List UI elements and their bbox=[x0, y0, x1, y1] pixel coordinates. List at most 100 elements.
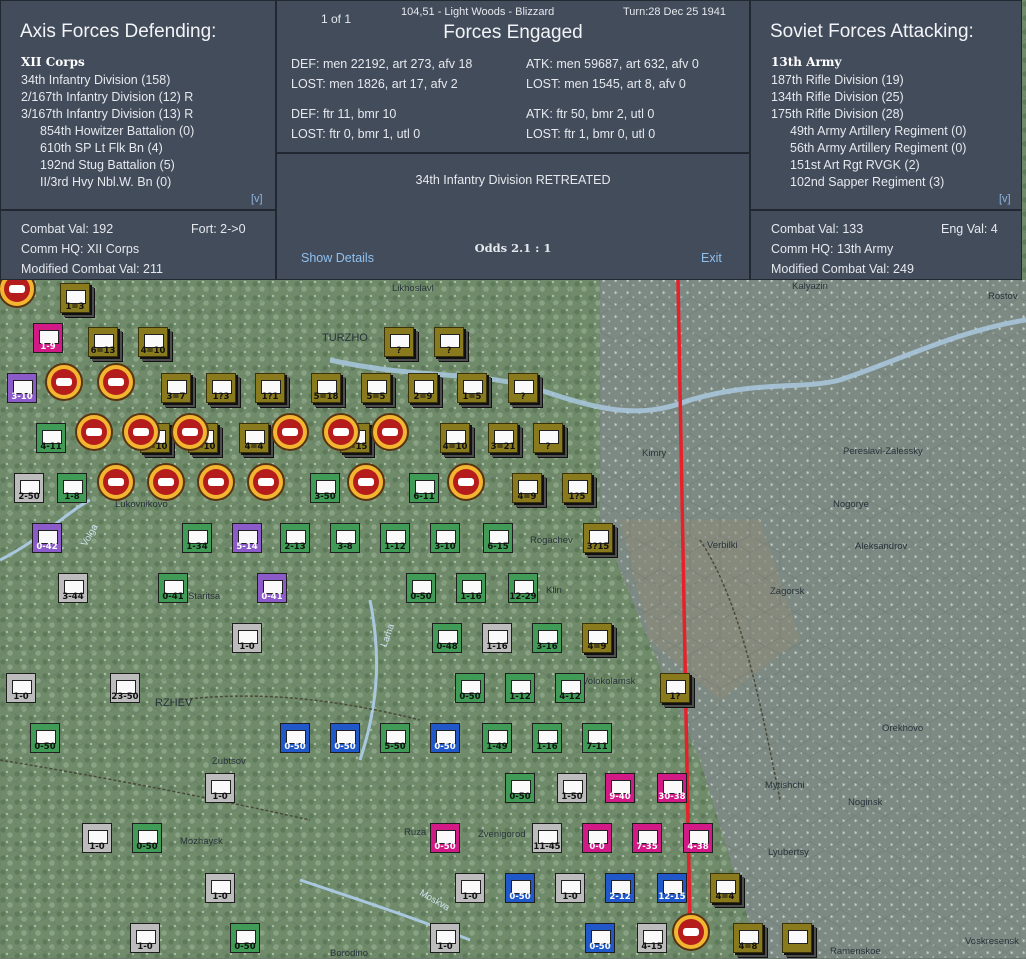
unit-counter[interactable]: 1-49 bbox=[482, 723, 512, 753]
unit-counter[interactable]: 12-29 bbox=[508, 573, 538, 603]
axis-unit[interactable]: 610th SP Lt Flk Bn (4) bbox=[21, 140, 194, 157]
unit-counter[interactable]: 6-11 bbox=[409, 473, 439, 503]
unit-counter[interactable]: 4=10 bbox=[138, 327, 168, 357]
unit-counter[interactable]: 1=3 bbox=[60, 283, 90, 313]
tank-unit-icon[interactable] bbox=[97, 463, 135, 501]
unit-counter[interactable]: 5-50 bbox=[380, 723, 410, 753]
tank-unit-icon[interactable] bbox=[122, 413, 160, 451]
unit-counter[interactable]: 0-50 bbox=[132, 823, 162, 853]
unit-counter[interactable]: 0-50 bbox=[505, 773, 535, 803]
tank-unit-icon[interactable] bbox=[97, 363, 135, 401]
unit-counter[interactable]: 2-12 bbox=[605, 873, 635, 903]
unit-counter[interactable]: 1-16 bbox=[456, 573, 486, 603]
unit-counter[interactable]: 1-12 bbox=[505, 673, 535, 703]
unit-counter[interactable]: ? bbox=[533, 423, 563, 453]
unit-counter[interactable]: 1-0 bbox=[82, 823, 112, 853]
axis-unit[interactable]: II/3rd Hvy Nbl.W. Bn (0) bbox=[21, 174, 194, 191]
tank-unit-icon[interactable] bbox=[75, 413, 113, 451]
soviet-unit[interactable]: 187th Rifle Division (19) bbox=[771, 72, 966, 89]
soviet-unit[interactable]: 102nd Sapper Regiment (3) bbox=[771, 174, 966, 191]
unit-counter[interactable]: 1-0 bbox=[205, 873, 235, 903]
unit-counter[interactable]: 1-34 bbox=[182, 523, 212, 553]
soviet-unit[interactable]: 49th Army Artillery Regiment (0) bbox=[771, 123, 966, 140]
unit-counter[interactable]: 2=9 bbox=[408, 373, 438, 403]
tank-unit-icon[interactable] bbox=[247, 463, 285, 501]
unit-counter[interactable]: 1?5 bbox=[562, 473, 592, 503]
unit-counter[interactable]: 4=9 bbox=[512, 473, 542, 503]
unit-counter[interactable]: 1?3 bbox=[206, 373, 236, 403]
unit-counter[interactable]: 12-15 bbox=[657, 873, 687, 903]
unit-counter[interactable]: 3-8 bbox=[330, 523, 360, 553]
unit-counter[interactable]: 4=10 bbox=[440, 423, 470, 453]
unit-counter[interactable]: 5-14 bbox=[232, 523, 262, 553]
unit-counter[interactable]: 3-44 bbox=[58, 573, 88, 603]
unit-counter[interactable]: 0-0 bbox=[582, 823, 612, 853]
axis-unit[interactable]: 34th Infantry Division (158) bbox=[21, 72, 194, 89]
unit-counter[interactable]: 5=18 bbox=[311, 373, 341, 403]
unit-counter[interactable]: 0-50 bbox=[455, 673, 485, 703]
axis-unit[interactable]: 192nd Stug Battalion (5) bbox=[21, 157, 194, 174]
soviet-expand-button[interactable]: [v] bbox=[999, 193, 1011, 205]
soviet-unit[interactable]: 134th Rifle Division (25) bbox=[771, 89, 966, 106]
unit-counter[interactable]: 0-48 bbox=[432, 623, 462, 653]
unit-counter[interactable]: 1-0 bbox=[130, 923, 160, 953]
unit-counter[interactable]: 1-8 bbox=[57, 473, 87, 503]
unit-counter[interactable]: 1? bbox=[660, 673, 690, 703]
unit-counter[interactable]: 11-45 bbox=[532, 823, 562, 853]
unit-counter[interactable]: 4=9 bbox=[582, 623, 612, 653]
unit-counter[interactable]: 0-50 bbox=[430, 723, 460, 753]
tank-unit-icon[interactable] bbox=[371, 413, 409, 451]
unit-counter[interactable]: 4-12 bbox=[555, 673, 585, 703]
tank-unit-icon[interactable] bbox=[197, 463, 235, 501]
unit-counter[interactable]: 3-10 bbox=[430, 523, 460, 553]
unit-counter[interactable]: 4-15 bbox=[637, 923, 667, 953]
unit-counter[interactable]: 4-38 bbox=[683, 823, 713, 853]
unit-counter[interactable]: 0-50 bbox=[406, 573, 436, 603]
unit-counter[interactable]: 1-12 bbox=[380, 523, 410, 553]
unit-counter[interactable]: 1-0 bbox=[232, 623, 262, 653]
unit-counter[interactable]: 4=8 bbox=[733, 923, 763, 953]
soviet-unit[interactable]: 151st Art Rgt RVGK (2) bbox=[771, 157, 966, 174]
axis-expand-button[interactable]: [v] bbox=[251, 193, 263, 205]
tank-unit-icon[interactable] bbox=[147, 463, 185, 501]
axis-unit[interactable]: 3/167th Infantry Division (13) R bbox=[21, 106, 194, 123]
unit-counter[interactable]: 7-35 bbox=[632, 823, 662, 853]
tank-unit-icon[interactable] bbox=[672, 913, 710, 951]
tank-unit-icon[interactable] bbox=[347, 463, 385, 501]
unit-counter[interactable]: 4=4 bbox=[710, 873, 740, 903]
unit-counter[interactable]: 1-0 bbox=[430, 923, 460, 953]
unit-counter[interactable]: 1-50 bbox=[557, 773, 587, 803]
unit-counter[interactable]: 3-50 bbox=[310, 473, 340, 503]
unit-counter[interactable]: 7-11 bbox=[582, 723, 612, 753]
unit-counter[interactable]: 0-50 bbox=[430, 823, 460, 853]
tank-unit-icon[interactable] bbox=[171, 413, 209, 451]
unit-counter[interactable]: 0-42 bbox=[32, 523, 62, 553]
unit-counter[interactable] bbox=[782, 923, 812, 953]
unit-counter[interactable]: 0-41 bbox=[257, 573, 287, 603]
axis-unit[interactable]: 854th Howitzer Battalion (0) bbox=[21, 123, 194, 140]
unit-counter[interactable]: 2-13 bbox=[280, 523, 310, 553]
unit-counter[interactable]: 1-0 bbox=[555, 873, 585, 903]
unit-counter[interactable]: 30-38 bbox=[657, 773, 687, 803]
tank-unit-icon[interactable] bbox=[45, 363, 83, 401]
unit-counter[interactable]: 0-50 bbox=[230, 923, 260, 953]
unit-counter[interactable]: 1-16 bbox=[482, 623, 512, 653]
exit-link[interactable]: Exit bbox=[701, 251, 722, 265]
unit-counter[interactable]: 3?15 bbox=[583, 523, 613, 553]
unit-counter[interactable]: ? bbox=[434, 327, 464, 357]
unit-counter[interactable]: 0-50 bbox=[330, 723, 360, 753]
unit-counter[interactable]: 0-50 bbox=[280, 723, 310, 753]
tank-unit-icon[interactable] bbox=[447, 463, 485, 501]
unit-counter[interactable]: 3=7 bbox=[161, 373, 191, 403]
unit-counter[interactable]: 1-0 bbox=[6, 673, 36, 703]
unit-counter[interactable]: 5=5 bbox=[361, 373, 391, 403]
unit-counter[interactable]: 3-16 bbox=[532, 623, 562, 653]
soviet-unit[interactable]: 175th Rifle Division (28) bbox=[771, 106, 966, 123]
unit-counter[interactable]: 1-16 bbox=[532, 723, 562, 753]
unit-counter[interactable]: 6-15 bbox=[483, 523, 513, 553]
unit-counter[interactable]: 3=21 bbox=[488, 423, 518, 453]
unit-counter[interactable]: 6=13 bbox=[88, 327, 118, 357]
tank-unit-icon[interactable] bbox=[271, 413, 309, 451]
soviet-unit[interactable]: 56th Army Artillery Regiment (0) bbox=[771, 140, 966, 157]
unit-counter[interactable]: 1-9 bbox=[33, 323, 63, 353]
